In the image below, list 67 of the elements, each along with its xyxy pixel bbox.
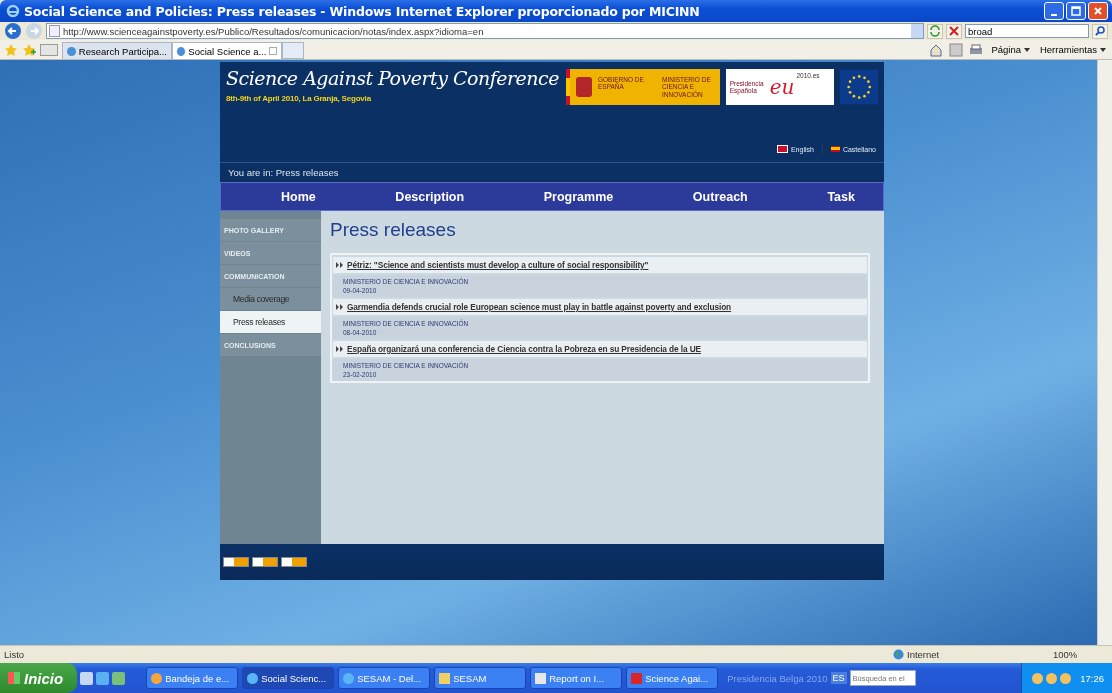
minimize-icon — [1051, 14, 1057, 16]
tray-icon[interactable] — [1046, 672, 1058, 684]
search-button[interactable] — [1092, 23, 1108, 39]
caret-icon — [1100, 47, 1106, 52]
flag-icon — [776, 145, 788, 153]
printer-icon[interactable] — [969, 42, 984, 57]
clock: 17:26 — [1080, 672, 1104, 684]
refresh-button[interactable] — [927, 23, 943, 39]
w3c-wai-badge-icon[interactable] — [252, 557, 278, 567]
browser-tab[interactable]: Social Science a... — [172, 42, 282, 59]
double-chevron-icon — [336, 262, 343, 268]
taskbar-button[interactable]: SESAM - Del... — [338, 667, 431, 689]
close-icon — [1093, 6, 1103, 16]
browser-tab[interactable]: Research Participa... — [62, 42, 172, 59]
taskbar-button[interactable]: Report on I... — [530, 667, 623, 689]
toolbar-label: Presidencia Belga 2010 — [727, 672, 828, 684]
taskbar-button[interactable]: SESAM — [434, 667, 527, 689]
caret-icon — [1023, 47, 1030, 52]
taskbar-button[interactable]: Science Agai... — [626, 667, 719, 689]
back-button[interactable] — [4, 22, 22, 40]
flag-icon — [830, 146, 840, 152]
tray-icon[interactable] — [1060, 672, 1072, 684]
menu-button[interactable]: Página — [989, 44, 1032, 55]
sidebar-subitem[interactable]: Media coverage — [220, 288, 321, 310]
language-indicator[interactable]: ES — [830, 672, 847, 684]
site-title: Science Against Poverty Conference — [226, 66, 560, 91]
menu-button[interactable]: Herramientas — [1037, 44, 1108, 55]
nav-link[interactable]: Programme — [543, 189, 614, 204]
browser-logo-icon — [6, 4, 20, 18]
windows-logo-icon — [8, 672, 20, 684]
add-favorite-icon[interactable] — [22, 42, 36, 57]
tray-icon[interactable] — [1032, 672, 1044, 684]
stop-button[interactable] — [946, 23, 962, 39]
site-subtitle: 8th-9th of April 2010, La Granja, Segovia — [226, 93, 373, 103]
start-button[interactable]: Inicio — [0, 663, 78, 693]
taskbar-button[interactable]: Social Scienc... — [242, 667, 335, 689]
w3c-css-badge-icon[interactable] — [223, 557, 249, 567]
sidebar-subitem[interactable]: Press releases — [220, 311, 321, 333]
breadcrumb: You are in: Press releases — [220, 162, 884, 182]
tab-close-icon[interactable] — [269, 47, 277, 55]
flag-icon — [566, 69, 570, 105]
maximize-button[interactable] — [1066, 2, 1086, 20]
security-zone: Internet — [907, 649, 940, 660]
nav-link[interactable]: Home — [281, 189, 316, 204]
address-field[interactable]: http://www.scienceagainstpoverty.es/Publico/Resultados/comunicacion/notas/index.aspx?idioma=en — [46, 23, 924, 39]
double-chevron-icon — [336, 346, 343, 352]
page-heading: Press releases — [330, 219, 457, 241]
zoom-level[interactable]: 100% — [1053, 649, 1108, 660]
minimize-button[interactable] — [1044, 2, 1064, 20]
window-title: Social Science and Policies: Press releases - Windows Internet Explorer proporcionado por MICINN — [24, 3, 701, 19]
double-chevron-icon — [336, 304, 343, 310]
nav-link[interactable]: Description — [395, 189, 465, 204]
favorites-star-icon[interactable] — [4, 42, 18, 57]
home-icon[interactable] — [929, 42, 944, 57]
scrollbar[interactable] — [1097, 60, 1112, 645]
globe-icon — [893, 649, 904, 660]
nav-link[interactable]: Outreach — [692, 189, 748, 204]
status-text: Listo — [4, 649, 26, 660]
maximize-icon — [1071, 6, 1081, 16]
new-tab-button[interactable] — [282, 42, 304, 59]
taskbar-button[interactable]: Bandeja de e... — [146, 667, 239, 689]
logo-mark: eu — [769, 75, 795, 99]
search-field[interactable]: broad — [965, 24, 1089, 38]
nav-link[interactable]: Task — [827, 189, 855, 204]
eu-flag-icon — [839, 69, 878, 105]
w3c-xhtml-badge-icon[interactable] — [281, 557, 307, 567]
close-button[interactable] — [1088, 2, 1108, 20]
